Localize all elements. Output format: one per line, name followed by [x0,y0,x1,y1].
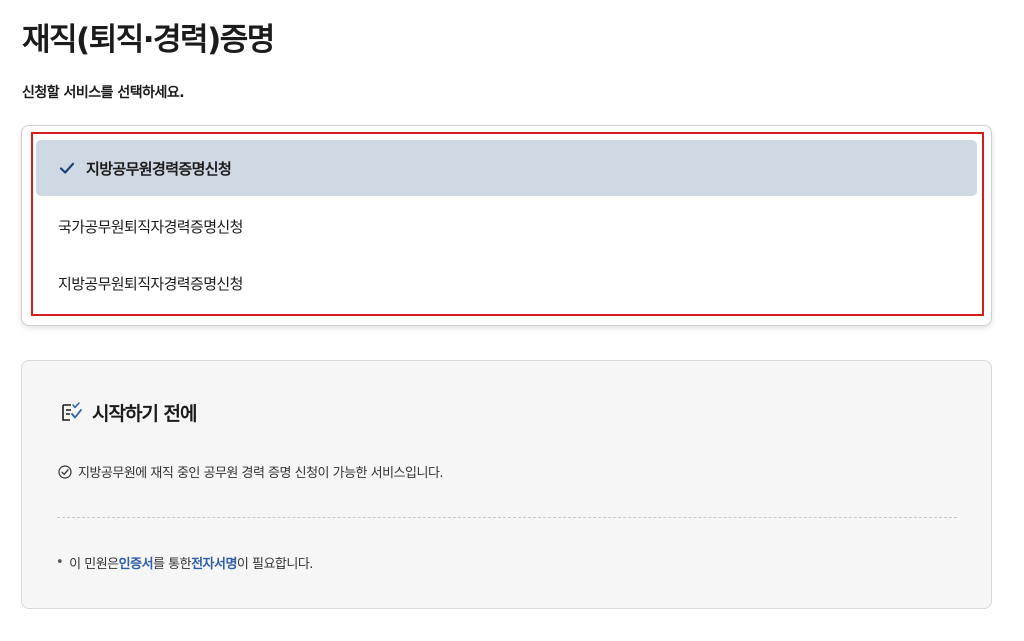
bullet: • [56,555,64,570]
notice-row: 지방공무원에 재직 중인 공무원 경력 증명 신청이 가능한 서비스입니다. [58,462,444,481]
page-title: 재직(퇴직·경력)증명 [22,22,275,58]
option-label: 지방공무원퇴직자경력증명신청 [58,274,243,293]
note-emphasis-esignature: 전자서명 [191,557,237,572]
info-header: 시작하기 전에 [60,399,197,426]
option-local-retiree-career[interactable]: 지방공무원퇴직자경력증명신청 [36,255,977,311]
option-national-retiree-career[interactable]: 국가공무원퇴직자경력증명신청 [36,198,977,254]
signature-note: • 이 민원은 인증서 를 통한 전자서명 이 필요합니다. [56,553,313,572]
before-start-panel: 시작하기 전에 지방공무원에 재직 중인 공무원 경력 증명 신청이 가능한 서… [21,360,992,609]
note-suffix: 이 필요합니다. [236,557,314,572]
option-label: 지방공무원경력증명신청 [86,159,232,178]
note-middle: 를 통한 [153,557,192,572]
divider [57,517,957,518]
note-emphasis-certificate: 인증서 [118,557,154,572]
option-label: 국가공무원퇴직자경력증명신청 [58,217,243,236]
info-title: 시작하기 전에 [92,403,197,425]
note-prefix: 이 민원은 [69,557,119,572]
checklist-icon [60,401,84,425]
page: 재직(퇴직·경력)증명 신청할 서비스를 선택하세요. 지방공무원경력증명신청 … [0,0,1024,641]
notice-text: 지방공무원에 재직 중인 공무원 경력 증명 신청이 가능한 서비스입니다. [78,466,444,481]
service-option-list: 지방공무원경력증명신청 국가공무원퇴직자경력증명신청 지방공무원퇴직자경력증명신… [21,125,992,326]
check-icon [58,159,76,177]
option-local-official-career[interactable]: 지방공무원경력증명신청 [36,140,977,196]
service-prompt: 신청할 서비스를 선택하세요. [22,85,185,101]
check-circle-icon [58,464,72,479]
